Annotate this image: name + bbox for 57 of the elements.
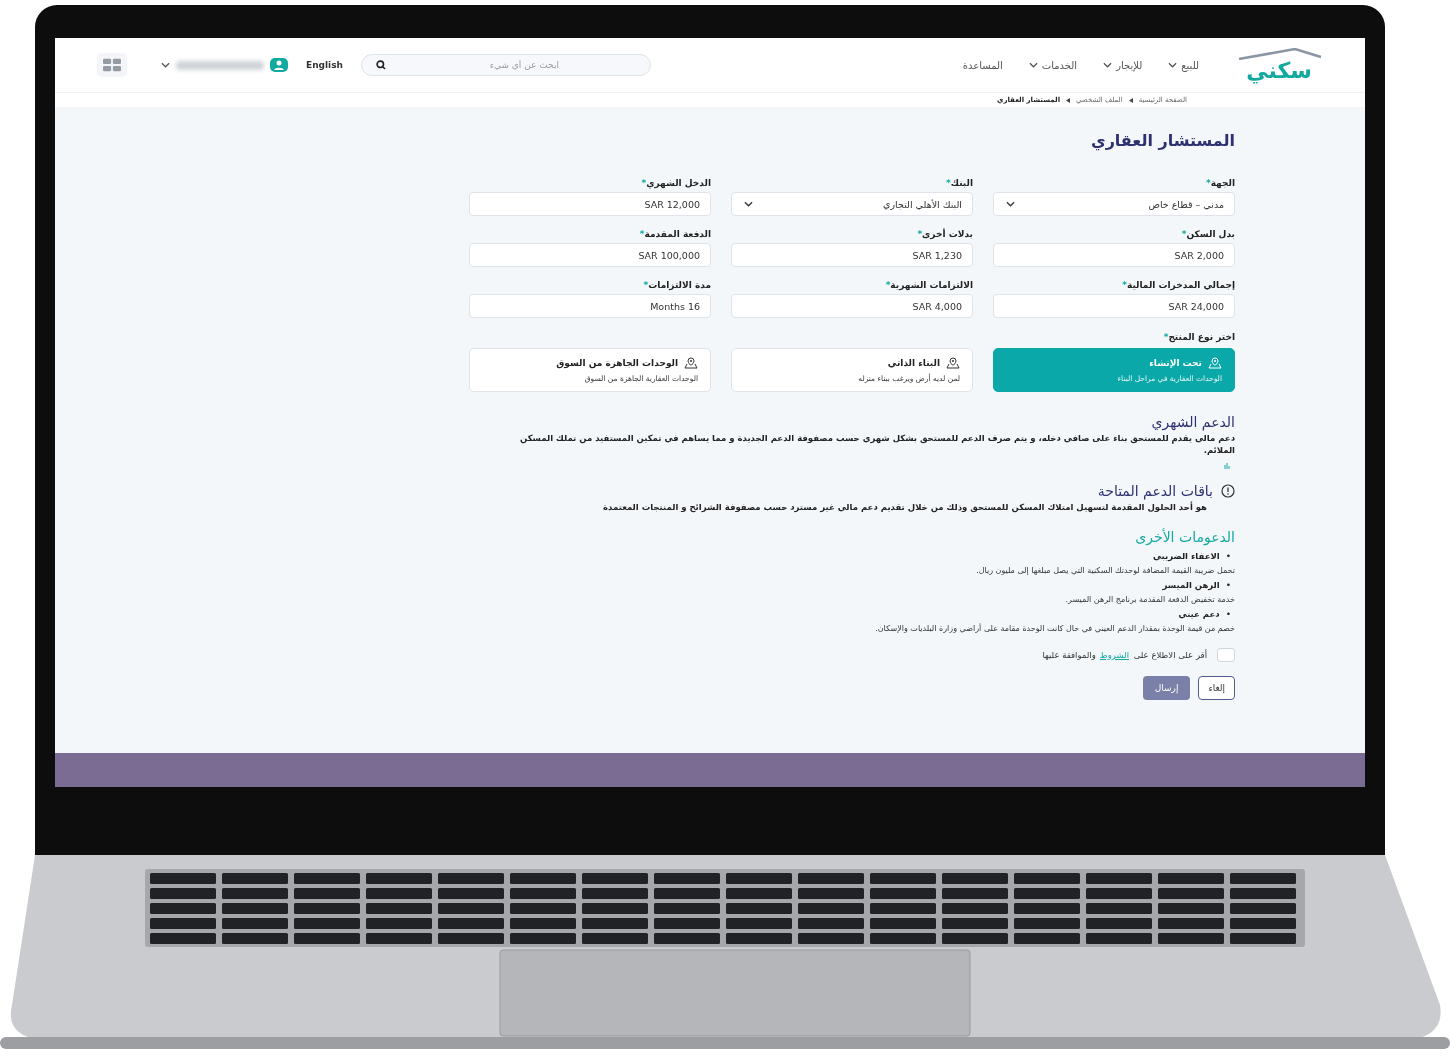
input-field[interactable]: SAR 1,230 xyxy=(731,243,973,267)
chevron-down-icon xyxy=(1006,201,1015,207)
submit-button[interactable]: إرسال xyxy=(1142,675,1191,700)
section-text: هو أحد الحلول المقدمة لتسهيل امتلاك المسكن للمستحق وذلك من خلال تقديم دعم مالي غير مسترد حسب مصفوفة الشرائح و المنتجات المعتمدة xyxy=(602,500,1208,513)
select-field[interactable]: مدني – قطاع خاص xyxy=(993,192,1235,216)
separator-icon xyxy=(1066,97,1071,103)
map-pin-icon xyxy=(946,357,960,369)
terms-checkbox[interactable] xyxy=(1217,647,1235,662)
field-label: اختر نوع المنتج* xyxy=(1162,332,1235,342)
language-link[interactable]: English xyxy=(306,60,343,70)
user-icon[interactable] xyxy=(270,58,288,72)
input-field[interactable]: SAR 2,000 xyxy=(993,243,1235,267)
chevron-down-icon xyxy=(744,201,753,207)
input-field[interactable]: Months 16 xyxy=(469,294,711,318)
field-label: بدلات أخرى* xyxy=(916,229,973,239)
bullet-mark: • xyxy=(1225,608,1231,619)
page-title: المستشار العقاري xyxy=(1089,131,1235,150)
list-item-text: خصم من قيمة الوحدة بمقدار الدعم العيني في حال كانت الوحدة مقامة على أراضي وزارة البلديات والإسكان. xyxy=(874,623,1235,633)
select-field[interactable]: البنك الأهلي التجاري xyxy=(731,192,973,216)
nav-item[interactable]: للإيجار xyxy=(1103,59,1143,71)
nav-item[interactable]: للبيع xyxy=(1168,59,1199,71)
input-field[interactable]: SAR 24,000 xyxy=(993,294,1235,318)
field-label: إجمالي المدخرات المالية* xyxy=(1121,280,1235,290)
bullet-mark: • xyxy=(1225,550,1231,561)
field-label: الالتزامات الشهرية* xyxy=(884,280,973,290)
nav-item[interactable]: المساعدة xyxy=(962,59,1003,71)
terms-text: أقر على الاطلاع على الشروط والموافقة عليها xyxy=(1042,649,1207,660)
bullet-mark: • xyxy=(1225,579,1231,590)
field-label: الجهة* xyxy=(1204,178,1235,188)
input-field[interactable]: SAR 12,000 xyxy=(469,192,711,216)
field-label: الدخل الشهري* xyxy=(640,178,711,188)
map-pin-icon xyxy=(1208,357,1222,369)
list-item-title: الاعفاء الضريبي xyxy=(1153,550,1220,561)
list-item-title: الرهن الميسر xyxy=(1162,579,1220,590)
section-text: دعم مالي يقدم للمستحق بناء على صافي دخله، و يتم صرف الدعم للمستحق بشكل شهري حسب مصفوفة الدعم الجديدة و مما يساهم في تمكين المستفيد من تملك المسكن الملائم. xyxy=(519,432,1235,457)
section-heading: الدعومات الأخرى xyxy=(1134,528,1235,545)
info-icon xyxy=(1221,483,1235,498)
separator-icon xyxy=(1128,97,1133,103)
field-label: بدل السكن* xyxy=(1180,229,1235,239)
list-item-text: تحمل ضريبة القيمة المضافة لوحدتك السكنية التي يصل مبلغها إلى مليون ريال. xyxy=(975,565,1235,575)
small-mark-icon xyxy=(1224,462,1230,469)
section-heading: الدعم الشهري xyxy=(1150,414,1235,430)
input-field[interactable]: SAR 4,000 xyxy=(731,294,973,318)
chevron-down-icon xyxy=(161,62,170,68)
list-item-title: دعم عيني xyxy=(1178,608,1220,619)
nav-item[interactable]: الخدمات xyxy=(1028,59,1078,71)
cancel-button[interactable]: إلغاء xyxy=(1198,675,1235,700)
grid-icon xyxy=(103,58,121,72)
field-label: البنك* xyxy=(945,178,973,188)
search-icon xyxy=(375,60,386,70)
apps-menu-button[interactable] xyxy=(97,53,127,77)
section-heading: باقات الدعم المتاحة xyxy=(1097,482,1213,499)
field-label: مدة الالتزامات* xyxy=(642,280,711,290)
list-item-text: خدمة تخفيض الدفعة المقدمة برنامج الرهن الميسر. xyxy=(1064,594,1235,604)
field-label: الدفعة المقدمة* xyxy=(638,229,711,239)
input-field[interactable]: SAR 100,000 xyxy=(469,243,711,267)
map-pin-icon xyxy=(684,357,698,369)
